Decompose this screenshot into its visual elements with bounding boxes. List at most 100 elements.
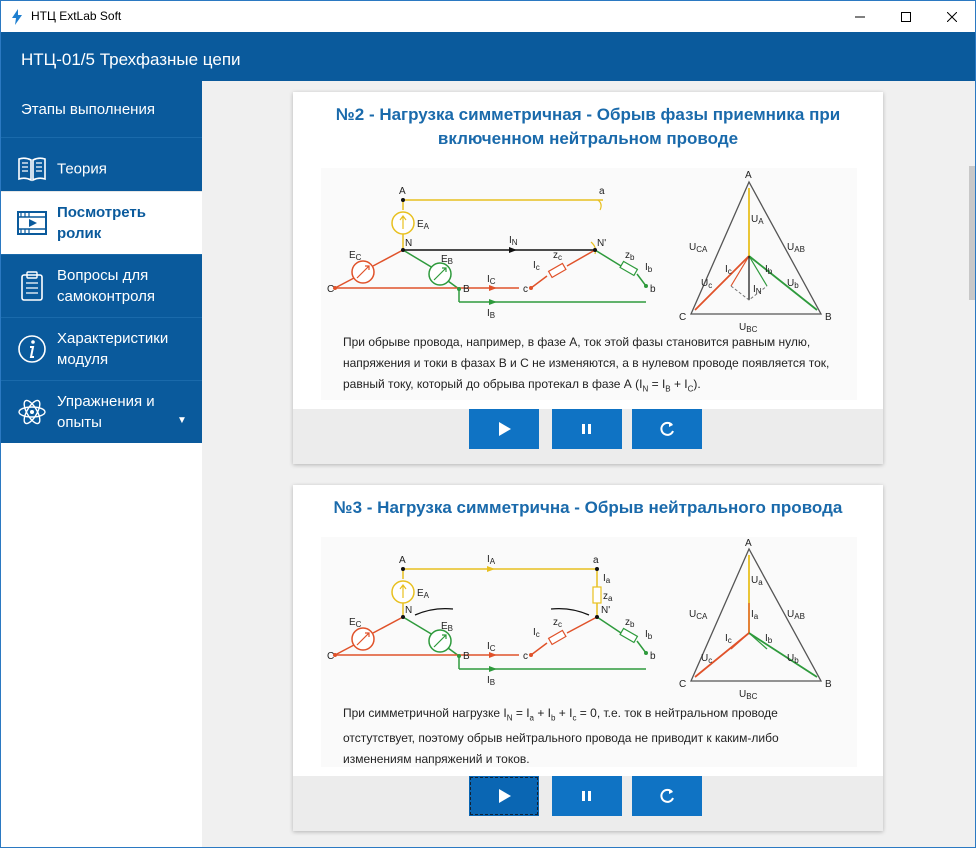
close-icon bbox=[947, 11, 957, 22]
phasor-label: UA bbox=[751, 214, 764, 226]
restart-icon bbox=[660, 421, 674, 436]
node-label: c bbox=[523, 284, 528, 295]
phasor-label: A bbox=[745, 538, 752, 549]
phasor-label: B bbox=[825, 312, 832, 323]
page-title: НТЦ-01/5 Трехфазные цепи bbox=[21, 50, 241, 69]
phasor-label: A bbox=[745, 170, 752, 181]
current-label: IC bbox=[487, 641, 496, 653]
description-line: При обрыве провода, например, в фазе А, … bbox=[343, 335, 811, 349]
phasor-label: UBC bbox=[739, 689, 758, 701]
source-label: EB bbox=[441, 254, 453, 266]
phasor-label: Ic bbox=[725, 633, 732, 645]
close-button[interactable] bbox=[929, 1, 975, 32]
node-label: C bbox=[327, 284, 334, 295]
card-title-line: включенном нейтральном проводе bbox=[437, 129, 739, 148]
node-label: B bbox=[463, 651, 470, 662]
sidebar-heading: Этапы выполнения bbox=[1, 81, 202, 137]
phasor-label: UCA bbox=[689, 242, 708, 254]
phasor-label: C bbox=[679, 312, 686, 323]
node-label: N' bbox=[597, 238, 606, 249]
current-label: IB bbox=[487, 675, 495, 687]
pause-button[interactable] bbox=[552, 776, 622, 816]
node-label: A bbox=[399, 186, 406, 197]
book-icon bbox=[18, 157, 46, 182]
video-frame[interactable]: A a N N' C c B b EA EC EB IN IC IB Ic zc bbox=[321, 168, 857, 400]
maximize-button[interactable] bbox=[883, 1, 929, 32]
video-card-2: №2 - Нагрузка симметричная - Обрыв фазы … bbox=[293, 92, 883, 464]
atom-icon bbox=[18, 399, 46, 425]
current-label: Ia bbox=[603, 573, 611, 585]
sidebar-item-exercises[interactable]: Упражнения и опыты ▼ bbox=[1, 380, 202, 443]
node-label: N bbox=[405, 238, 412, 249]
impedance-label: zb bbox=[625, 250, 635, 262]
video-icon bbox=[17, 211, 47, 235]
current-label: IC bbox=[487, 274, 496, 286]
phasor-label: Ib bbox=[765, 264, 773, 276]
window-title: НТЦ ExtLab Soft bbox=[31, 9, 122, 23]
sidebar-item-label: Вопросы для самоконтроля bbox=[57, 267, 155, 305]
app-header: НТЦ-01/5 Трехфазные цепи bbox=[1, 32, 975, 81]
phasor-label: C bbox=[679, 679, 686, 690]
phasor-label: Ia bbox=[751, 609, 759, 621]
source-label: EA bbox=[417, 219, 430, 231]
description-line: изменениям напряжений и токов. bbox=[343, 752, 530, 767]
description-line: равный току, который до обрыва протекал … bbox=[343, 377, 701, 394]
sidebar-item-label: Упражнения и опыты bbox=[57, 393, 155, 431]
restart-button[interactable] bbox=[632, 409, 702, 449]
phasor-label: Ic bbox=[725, 264, 732, 276]
restart-button[interactable] bbox=[632, 776, 702, 816]
pause-button[interactable] bbox=[552, 409, 622, 449]
source-label: EC bbox=[349, 250, 362, 262]
description-line: напряжения и токи в фазах В и С не измен… bbox=[343, 356, 830, 370]
description-line: отстутствует, поэтому обрыв нейтрального… bbox=[343, 731, 779, 746]
sidebar-item-self-check[interactable]: Вопросы для самоконтроля bbox=[1, 254, 202, 317]
minimize-button[interactable] bbox=[837, 1, 883, 32]
maximize-icon bbox=[901, 11, 911, 22]
node-label: b bbox=[650, 651, 656, 662]
video-frame[interactable]: A a N N' C c B b EA EC EB IA Ia za IC IB bbox=[321, 537, 857, 767]
pause-icon bbox=[582, 791, 591, 801]
video-description: При обрыве провода, например, в фазе А, … bbox=[343, 332, 833, 399]
impedance-label: zb bbox=[625, 617, 635, 629]
impedance-label: zc bbox=[553, 250, 562, 262]
description-line: При симметричной нагрузке IN = Ia + Ib +… bbox=[343, 706, 778, 723]
title-bar: НТЦ ExtLab Soft bbox=[1, 1, 975, 32]
phasor-label: B bbox=[825, 679, 832, 690]
video-description: При симметричной нагрузке IN = Ia + Ib +… bbox=[343, 703, 833, 770]
play-button[interactable] bbox=[469, 409, 539, 449]
current-label: Ib bbox=[645, 262, 653, 274]
sidebar-item-module-specs[interactable]: Характеристики модуля bbox=[1, 317, 202, 380]
sidebar-heading-label: Этапы выполнения bbox=[21, 101, 155, 118]
node-label: a bbox=[593, 555, 599, 566]
playback-controls bbox=[293, 409, 883, 464]
source-label: EA bbox=[417, 588, 430, 600]
node-label: A bbox=[399, 555, 406, 566]
minimize-icon bbox=[855, 16, 865, 17]
app-logo-icon bbox=[12, 9, 22, 25]
main-content: №2 - Нагрузка симметричная - Обрыв фазы … bbox=[202, 81, 975, 847]
sidebar-item-label: Характеристики модуля bbox=[57, 330, 169, 368]
phasor-label: UAB bbox=[787, 609, 805, 621]
current-label: Ib bbox=[645, 629, 653, 641]
chevron-down-icon[interactable]: ▼ bbox=[177, 415, 187, 426]
source-label: EB bbox=[441, 621, 453, 633]
sidebar-item-video[interactable]: Посмотреть ролик bbox=[1, 191, 202, 254]
play-icon bbox=[499, 789, 511, 803]
phasor-label: Uc bbox=[701, 653, 712, 665]
impedance-label: zc bbox=[553, 617, 562, 629]
phasor-label: UAB bbox=[787, 242, 805, 254]
phasor-label: Ub bbox=[787, 653, 799, 665]
source-label: EC bbox=[349, 617, 362, 629]
vertical-scrollbar[interactable] bbox=[969, 166, 975, 300]
pause-icon bbox=[582, 424, 591, 434]
play-button[interactable] bbox=[469, 776, 539, 816]
card-title: №3 - Нагрузка симметрична - Обрыв нейтра… bbox=[333, 498, 843, 517]
current-label: IB bbox=[487, 308, 495, 320]
card-title-line: №2 - Нагрузка симметричная - Обрыв фазы … bbox=[335, 105, 841, 124]
card-title: №2 - Нагрузка симметричная - Обрыв фазы … bbox=[293, 103, 883, 151]
current-label: IN bbox=[509, 235, 518, 247]
node-label: c bbox=[523, 651, 528, 662]
sidebar: Этапы выполнения Теория Посмотреть ролик bbox=[1, 81, 202, 847]
sidebar-item-label: Теория bbox=[57, 160, 107, 178]
node-label: C bbox=[327, 651, 334, 662]
